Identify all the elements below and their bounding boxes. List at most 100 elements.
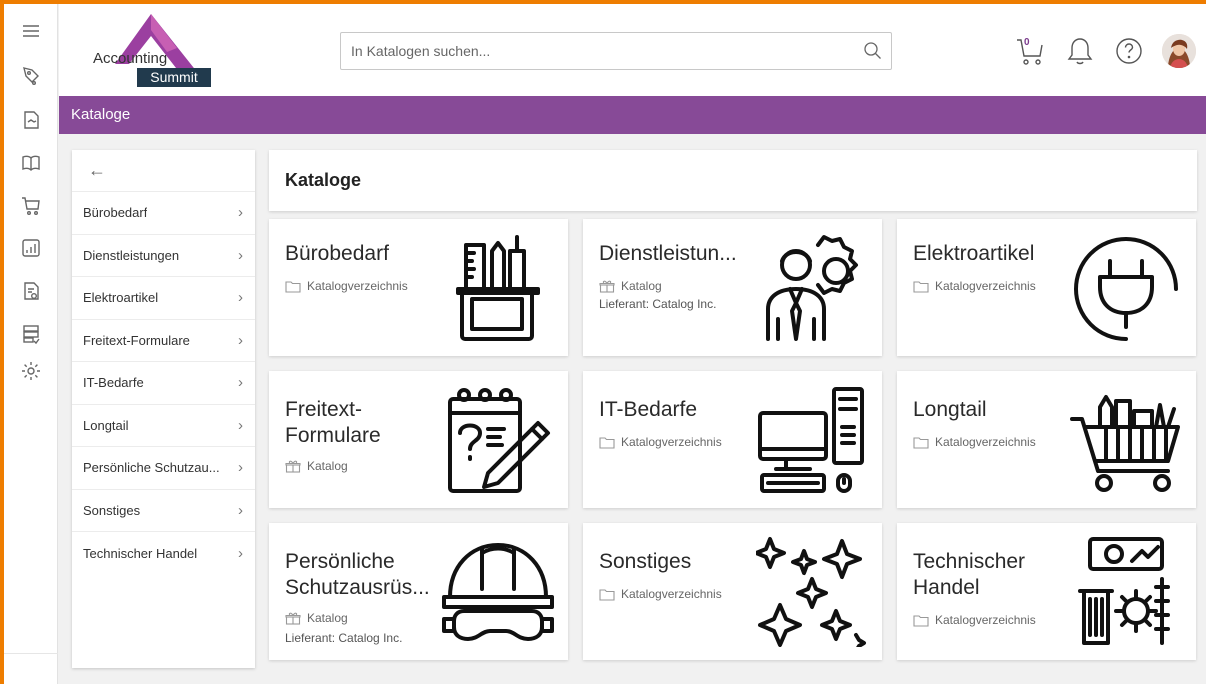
card-title: Elektroartikel	[913, 242, 1035, 265]
menu-icon[interactable]	[4, 16, 58, 46]
card-type-label: Katalogverzeichnis	[935, 613, 1036, 627]
card-title: Longtail	[913, 398, 987, 421]
card-title: Sonstiges	[599, 550, 692, 573]
chevron-right-icon: ›	[238, 416, 243, 434]
sidebar-item-label: Sonstiges	[83, 502, 141, 518]
logo[interactable]: Accounting Summit	[87, 12, 217, 90]
chevron-right-icon: ›	[238, 204, 243, 222]
card-title: Technischer Handel	[913, 550, 1026, 599]
help-icon	[1116, 38, 1142, 64]
chevron-right-icon: ›	[238, 459, 243, 477]
card-supplier: Lieferant: Catalog Inc.	[285, 631, 403, 645]
invoice-icon[interactable]	[4, 276, 58, 306]
card-type-label: Katalogverzeichnis	[935, 279, 1036, 293]
top-header: Accounting Summit 0	[59, 4, 1206, 96]
card-type: Katalog	[599, 279, 662, 293]
sidebar-item-dienstleistungen[interactable]: Dienstleistungen ›	[72, 235, 255, 277]
sidebar-item-label: Dienstleistungen	[83, 247, 180, 263]
card-type-label: Katalog	[621, 279, 662, 293]
sidebar-item-label: Freitext-Formulare	[83, 332, 190, 348]
card-title: Persönliche Schutzausrüs...	[285, 550, 430, 599]
catalog-book-icon[interactable]	[4, 147, 58, 177]
industrial-tools-icon	[1070, 535, 1182, 647]
chevron-right-icon: ›	[238, 289, 243, 307]
bell-icon	[1067, 38, 1093, 65]
folder-icon	[913, 280, 929, 293]
chevron-right-icon: ›	[238, 544, 243, 562]
helmet-goggles-icon	[442, 535, 554, 647]
sidebar-item-elektroartikel[interactable]: Elektroartikel ›	[72, 277, 255, 320]
logo-text-summit: Summit	[137, 68, 211, 87]
chevron-right-icon: ›	[238, 246, 243, 264]
server-check-icon[interactable]	[4, 319, 58, 349]
shopping-cart-icon[interactable]	[4, 190, 58, 220]
card-type-label: Katalogverzeichnis	[935, 435, 1036, 449]
catalog-card[interactable]: Longtail Katalogverzeichnis	[897, 371, 1196, 508]
card-type: Katalog	[285, 459, 348, 473]
user-avatar-icon	[1162, 34, 1196, 68]
catalog-card[interactable]: Persönliche Schutzausrüs... Katalog Lief…	[269, 523, 568, 660]
card-supplier: Lieferant: Catalog Inc.	[599, 297, 717, 311]
folder-icon	[913, 436, 929, 449]
catalog-card[interactable]: IT-Bedarfe Katalogverzeichnis	[583, 371, 882, 508]
settings-icon[interactable]	[4, 356, 58, 386]
card-type: Katalogverzeichnis	[913, 613, 1036, 627]
main-title: Kataloge	[269, 150, 1197, 211]
sidebar-item-technischer-handel[interactable]: Technischer Handel ›	[72, 532, 255, 575]
search-box	[340, 32, 892, 70]
sidebar-item-freitext-formulare[interactable]: Freitext-Formulare ›	[72, 320, 255, 362]
catalog-card[interactable]: Dienstleistun... Katalog Lieferant: Cata…	[583, 219, 882, 356]
gift-icon	[599, 280, 615, 293]
notifications-button[interactable]	[1063, 34, 1097, 68]
catalog-card[interactable]: Freitext- Formulare Katalog	[269, 371, 568, 508]
search-input[interactable]	[341, 33, 851, 69]
cart-button[interactable]: 0	[1013, 34, 1047, 68]
sidebar-item-label: IT-Bedarfe	[83, 375, 144, 391]
card-title: Bürobedarf	[285, 242, 389, 265]
sidebar-item-label: Longtail	[83, 417, 129, 433]
folder-icon	[599, 436, 615, 449]
sidebar-item-schutzausruestung[interactable]: Persönliche Schutzau... ›	[72, 447, 255, 490]
sidebar-item-label: Technischer Handel	[83, 545, 198, 561]
card-type: Katalogverzeichnis	[599, 435, 722, 449]
sidebar-item-it-bedarfe[interactable]: IT-Bedarfe ›	[72, 362, 255, 405]
card-type: Katalog	[285, 611, 348, 625]
sidebar-item-label: Elektroartikel	[83, 290, 159, 306]
card-type-label: Katalogverzeichnis	[621, 587, 722, 601]
folder-icon	[285, 280, 301, 293]
card-title: Freitext- Formulare	[285, 398, 381, 447]
sidebar-item-longtail[interactable]: Longtail ›	[72, 405, 255, 447]
shopping-tag-icon[interactable]	[4, 60, 58, 90]
sidebar-item-label: Persönliche Schutzau...	[83, 460, 220, 476]
search-icon[interactable]	[863, 41, 883, 61]
grocery-cart-icon	[1070, 383, 1182, 495]
card-type-label: Katalogverzeichnis	[621, 435, 722, 449]
card-type: Katalogverzeichnis	[913, 435, 1036, 449]
catalog-card[interactable]: Elektroartikel Katalogverzeichnis	[897, 219, 1196, 356]
office-supplies-icon	[442, 231, 554, 343]
analytics-chart-icon[interactable]	[4, 233, 58, 263]
card-type: Katalogverzeichnis	[599, 587, 722, 601]
sidebar-item-sonstiges[interactable]: Sonstiges ›	[72, 490, 255, 532]
logo-text-accounting: Accounting	[93, 50, 168, 67]
catalog-card[interactable]: Sonstiges Katalogverzeichnis	[583, 523, 882, 660]
computer-icon	[756, 383, 868, 495]
left-rail	[4, 4, 58, 684]
catalog-sidebar: ← Bürobedarf › Dienstleistungen › Elektr…	[72, 150, 255, 668]
catalog-card[interactable]: Technischer Handel Katalogverzeichnis	[897, 523, 1196, 660]
folder-icon	[599, 588, 615, 601]
back-button[interactable]: ←	[72, 150, 255, 192]
cart-icon	[1017, 39, 1043, 65]
sidebar-item-buerobedarf[interactable]: Bürobedarf ›	[72, 192, 255, 235]
chevron-right-icon: ›	[238, 331, 243, 349]
gift-icon	[285, 612, 301, 625]
catalog-card[interactable]: Bürobedarf Katalogverzeichnis	[269, 219, 568, 356]
rail-divider	[4, 653, 58, 654]
card-type: Katalogverzeichnis	[285, 279, 408, 293]
back-arrow-icon: ←	[88, 160, 106, 180]
avatar[interactable]	[1162, 34, 1196, 68]
chevron-right-icon: ›	[238, 501, 243, 519]
handshake-document-icon[interactable]	[4, 105, 58, 135]
chevron-right-icon: ›	[238, 374, 243, 392]
help-button[interactable]	[1112, 34, 1146, 68]
